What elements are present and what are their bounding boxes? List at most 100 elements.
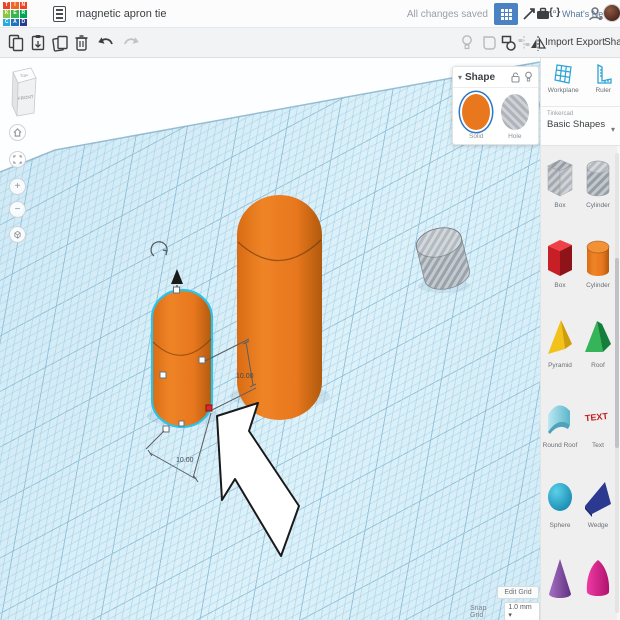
shape-thumb-cylinder-hole[interactable]: Cylinder xyxy=(580,156,616,236)
rotate-arrowhead xyxy=(162,249,168,256)
logo-letter: C xyxy=(3,18,11,26)
collapse-caret-icon[interactable]: ▾ xyxy=(458,73,462,82)
shape-category-dropdown[interactable]: Tinkercad Basic Shapes ▾ xyxy=(541,106,620,146)
shape-thumb-roof[interactable]: Roof xyxy=(580,316,616,396)
scale-handle[interactable] xyxy=(198,356,206,364)
shape-thumb-cone[interactable] xyxy=(542,556,578,620)
sidebar-scrollbar-thumb[interactable] xyxy=(615,258,619,448)
hole-swatch xyxy=(500,94,529,130)
viewcube-top-label[interactable]: TOP xyxy=(20,73,28,78)
raise-handle-cone[interactable] xyxy=(171,269,183,284)
box-icon xyxy=(548,240,572,276)
snap-grid-label: Snap Grid xyxy=(470,604,487,619)
save-status: All changes saved xyxy=(406,9,488,20)
shape-thumb-round-roof[interactable]: Round Roof xyxy=(542,396,578,476)
shape-thumb-wedge[interactable]: Wedge xyxy=(580,476,616,556)
codeblocks-icon[interactable]: {▫} xyxy=(549,7,560,18)
tinkercad-app: T I N K E R C A D magnetic apron tie All… xyxy=(0,0,620,620)
solid-option[interactable]: Solid xyxy=(462,94,491,140)
share-button[interactable]: Share xyxy=(604,37,620,48)
logo-letter: T xyxy=(3,2,11,10)
shape-label: Cylinder xyxy=(586,282,610,289)
delete-icon[interactable] xyxy=(74,34,89,52)
hole-label: Hole xyxy=(508,133,522,140)
solid-swatch xyxy=(462,94,491,130)
paraboloid-icon xyxy=(586,560,610,596)
user-avatar[interactable] xyxy=(603,4,620,22)
tinkercad-logo[interactable]: T I N K E R C A D xyxy=(3,2,27,26)
shape-label: Box xyxy=(554,202,566,209)
logo-letter: N xyxy=(19,2,27,10)
shape-thumb-box-hole[interactable]: Box xyxy=(542,156,578,236)
shape-label: Sphere xyxy=(549,522,571,529)
zoom-out-button[interactable]: − xyxy=(9,201,26,218)
shape-panel-title: Shape xyxy=(465,71,496,83)
paste-icon[interactable] xyxy=(30,34,46,52)
export-button[interactable]: Export xyxy=(576,37,605,48)
chevron-down-icon: ▾ xyxy=(610,125,615,134)
shape-thumb-cylinder[interactable]: Cylinder xyxy=(580,236,616,316)
round-roof-icon xyxy=(548,405,570,434)
shape-thumb-pyramid[interactable]: Pyramid xyxy=(542,316,578,396)
edit-grid-button[interactable]: Edit Grid xyxy=(497,586,539,599)
category-label: Tinkercad xyxy=(547,111,574,117)
design-title[interactable]: magnetic apron tie xyxy=(76,8,167,20)
pyramid-icon xyxy=(548,320,572,354)
undo-icon[interactable] xyxy=(97,36,115,50)
group-icon[interactable] xyxy=(481,34,498,52)
ruler-icon xyxy=(597,63,612,84)
solid-label: Solid xyxy=(469,133,484,140)
dimension-value-front[interactable]: 10.00 xyxy=(176,457,194,464)
shape-label: Roof xyxy=(591,362,605,369)
ungroup-icon[interactable] xyxy=(500,34,517,52)
shape-thumb-sphere[interactable]: Sphere xyxy=(542,476,578,556)
apps-grid-button[interactable] xyxy=(494,3,518,25)
lock-icon[interactable] xyxy=(511,71,520,83)
shape-thumb-text[interactable]: TEXT Text xyxy=(580,396,616,476)
cylinder-large[interactable] xyxy=(237,195,322,420)
fit-view-button[interactable] xyxy=(9,151,26,168)
import-button[interactable]: Import xyxy=(545,37,573,48)
shape-gallery: Box Cylinder Box Cylinder Pyramid Roof R… xyxy=(541,146,617,620)
hole-option[interactable]: Hole xyxy=(500,94,529,140)
box-hole-icon xyxy=(547,159,573,197)
scale-handle[interactable] xyxy=(178,420,185,427)
view-cube[interactable]: TOP FRONT xyxy=(4,66,48,124)
design-menu-icon[interactable] xyxy=(53,6,66,22)
shape-thumb-paraboloid[interactable] xyxy=(580,556,616,620)
duplicate-icon[interactable] xyxy=(52,34,69,52)
cylinder-hole-icon xyxy=(586,160,610,197)
shape-label: Box xyxy=(554,282,566,289)
shape-thumb-box[interactable]: Box xyxy=(542,236,578,316)
home-view-button[interactable] xyxy=(9,124,26,141)
cone-icon xyxy=(549,559,571,598)
logo-letter: E xyxy=(11,10,19,18)
logo-letter: D xyxy=(19,18,27,26)
logo-letter: I xyxy=(11,2,19,10)
copy-icon[interactable] xyxy=(8,34,24,52)
zoom-in-button[interactable]: + xyxy=(9,178,26,195)
text-shape-icon: TEXT xyxy=(584,411,608,423)
shape-label: Round Roof xyxy=(542,442,578,449)
add-person-icon[interactable] xyxy=(588,6,603,23)
wedge-icon xyxy=(585,482,611,517)
perspective-toggle-button[interactable] xyxy=(9,226,26,243)
scale-handle[interactable] xyxy=(159,371,167,379)
shapes-sidebar: Workplane Ruler Tinkercad Basic Shapes ▾ xyxy=(540,58,620,620)
snap-grid-select[interactable]: 1.0 mm ▾ xyxy=(504,602,540,620)
category-value: Basic Shapes xyxy=(547,119,606,130)
redo-icon[interactable] xyxy=(122,36,140,50)
dimension-value-side[interactable]: 10.00 xyxy=(236,373,254,380)
rotate-handle[interactable] xyxy=(150,241,168,257)
show-all-icon[interactable] xyxy=(460,34,474,52)
scale-handle[interactable] xyxy=(173,286,180,294)
design-canvas[interactable]: 10.00 10.00 TOP FRONT + − ▾ Shape Solid … xyxy=(0,58,540,620)
arrow-annotation xyxy=(216,402,300,557)
workplane-tool[interactable]: Workplane xyxy=(548,63,579,106)
ruler-tool[interactable]: Ruler xyxy=(592,63,614,106)
header-bar: T I N K E R C A D magnetic apron tie All… xyxy=(0,0,620,28)
grid-icon xyxy=(500,8,512,20)
logo-letter: R xyxy=(19,10,27,18)
active-scale-handle[interactable] xyxy=(205,404,213,412)
visibility-bulb-icon[interactable] xyxy=(524,71,533,83)
